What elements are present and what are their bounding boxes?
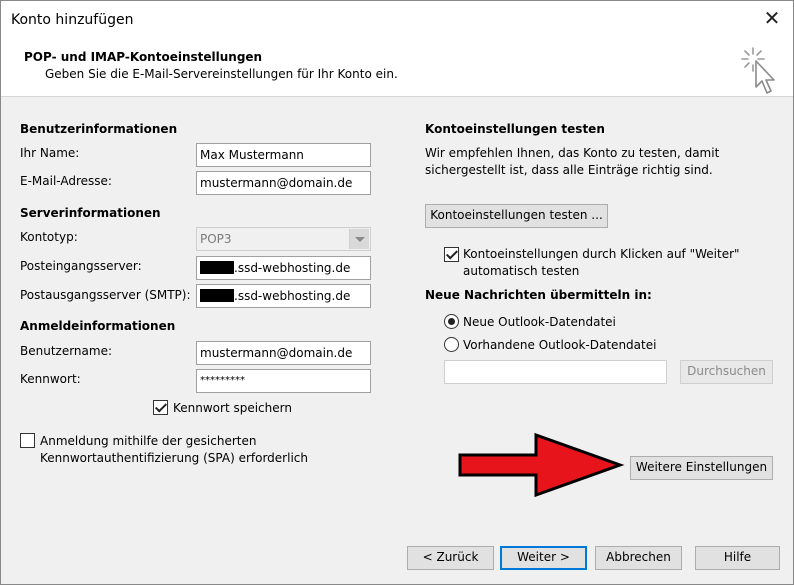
user-info-heading: Benutzerinformationen — [20, 122, 178, 136]
existing-datafile-input — [444, 360, 667, 384]
incoming-server-input[interactable]: .ssd-webhosting.de — [196, 256, 371, 280]
account-type-label: Kontotyp: — [20, 230, 78, 244]
next-button[interactable]: Weiter > — [500, 546, 587, 570]
red-arrow-icon — [458, 432, 625, 498]
title-bar: Konto hinzufügen ✕ — [1, 1, 793, 39]
spa-checkbox[interactable] — [20, 433, 35, 448]
wizard-cursor-icon — [741, 47, 775, 94]
redacted-block — [200, 261, 234, 274]
radio-new-datafile-label: Neue Outlook-Datendatei — [463, 315, 616, 329]
radio-new-datafile[interactable] — [444, 314, 459, 329]
email-label: E-Mail-Adresse: — [20, 174, 112, 188]
password-label: Kennwort: — [20, 372, 81, 386]
auto-test-label-line1: Kontoeinstellungen durch Klicken auf "We… — [463, 247, 740, 261]
outgoing-server-suffix: .ssd-webhosting.de — [234, 289, 351, 303]
cancel-button[interactable]: Abbrechen — [595, 546, 682, 570]
outgoing-server-input[interactable]: .ssd-webhosting.de — [196, 284, 371, 308]
wizard-header: POP- und IMAP-Kontoeinstellungen Geben S… — [1, 39, 793, 97]
username-input[interactable]: mustermann@domain.de — [196, 341, 371, 365]
dialog-window: Konto hinzufügen ✕ POP- und IMAP-Kontoei… — [0, 0, 794, 585]
name-label: Ihr Name: — [20, 146, 80, 160]
outgoing-server-label: Postausgangsserver (SMTP): — [20, 288, 191, 302]
email-input[interactable]: mustermann@domain.de — [196, 171, 371, 195]
header-title: POP- und IMAP-Kontoeinstellungen — [24, 50, 263, 64]
redacted-block — [200, 289, 234, 302]
radio-existing-datafile-label: Vorhandene Outlook-Datendatei — [463, 338, 657, 352]
remember-password-label: Kennwort speichern — [173, 401, 292, 415]
test-description-line2: sichergestellt ist, dass alle Einträge r… — [425, 163, 713, 177]
incoming-server-suffix: .ssd-webhosting.de — [234, 261, 351, 275]
spa-label-line1: Anmeldung mithilfe der gesicherten — [40, 434, 257, 448]
delivery-heading: Neue Nachrichten übermitteln in: — [425, 288, 652, 302]
spa-label-line2: Kennwortauthentifizierung (SPA) erforder… — [40, 451, 308, 465]
window-title: Konto hinzufügen — [11, 12, 134, 28]
name-input[interactable]: Max Mustermann — [196, 143, 371, 167]
chevron-down-icon — [349, 229, 369, 249]
username-label: Benutzername: — [20, 344, 113, 358]
test-description-line1: Wir empfehlen Ihnen, das Konto zu testen… — [425, 146, 720, 160]
browse-button: Durchsuchen — [680, 360, 773, 384]
account-type-value: POP3 — [200, 232, 232, 246]
help-button[interactable]: Hilfe — [695, 546, 780, 570]
header-subtitle: Geben Sie die E-Mail-Servereinstellungen… — [45, 67, 398, 81]
test-settings-button[interactable]: Kontoeinstellungen testen ... — [425, 204, 608, 228]
login-info-heading: Anmeldeinformationen — [20, 319, 176, 333]
radio-existing-datafile[interactable] — [444, 337, 459, 352]
auto-test-label-line2: automatisch testen — [463, 264, 580, 278]
remember-password-checkbox[interactable] — [153, 400, 168, 415]
more-settings-button[interactable]: Weitere Einstellungen — [630, 456, 773, 480]
test-heading: Kontoeinstellungen testen — [425, 122, 605, 136]
server-info-heading: Serverinformationen — [20, 206, 161, 220]
back-button[interactable]: < Zurück — [407, 546, 494, 570]
close-icon[interactable]: ✕ — [761, 7, 783, 29]
account-type-select: POP3 — [196, 227, 371, 251]
incoming-server-label: Posteingangsserver: — [20, 259, 142, 273]
auto-test-checkbox[interactable] — [444, 247, 459, 262]
password-input[interactable]: ********* — [196, 369, 371, 393]
